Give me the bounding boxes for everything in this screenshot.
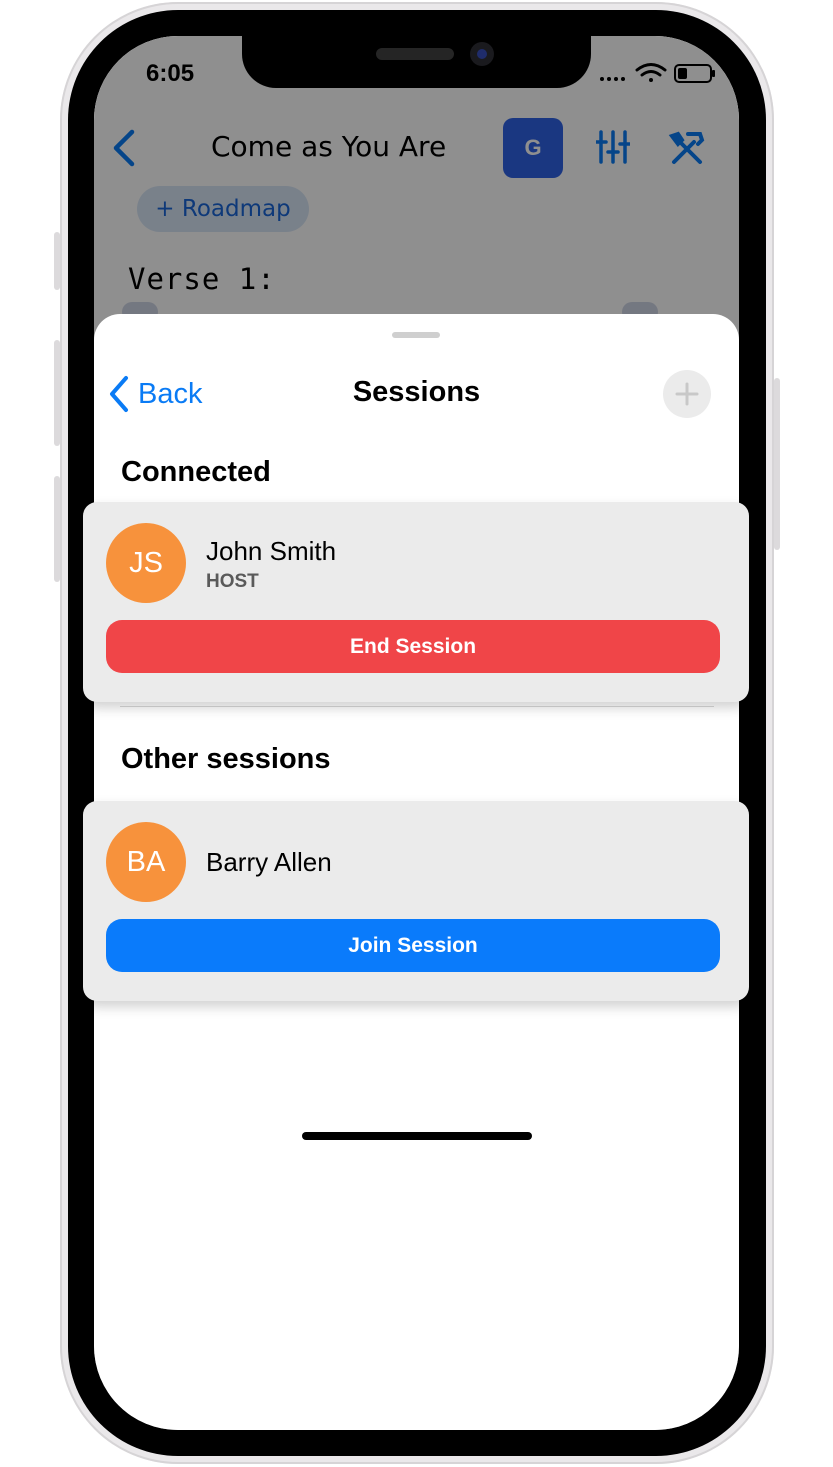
sheet-grabber[interactable] [392, 332, 440, 338]
session-card-connected: JS John Smith HOST End Session [83, 502, 749, 702]
session-card-other: BA Barry Allen Join Session [83, 801, 749, 1001]
session-host-name: John Smith [206, 536, 337, 566]
plus-icon [675, 382, 699, 406]
power-button [774, 378, 780, 550]
add-session-button[interactable] [663, 370, 711, 418]
home-indicator [302, 1132, 532, 1140]
volume-up-button [54, 340, 60, 446]
sheet-title: Sessions [352, 376, 481, 408]
section-divider [120, 706, 714, 707]
session-host-name: Barry Allen [206, 847, 332, 877]
role-badge: HOST [206, 571, 259, 592]
end-session-button[interactable]: End Session [106, 620, 720, 673]
speaker-grille [376, 48, 454, 60]
screen: 6:05 Come as You Are G + Roadmap Verse 1… [94, 36, 739, 1430]
volume-down-button [54, 476, 60, 582]
other-sessions-heading: Other sessions [121, 743, 331, 775]
join-session-button[interactable]: Join Session [106, 919, 720, 972]
connected-heading: Connected [121, 456, 271, 488]
avatar: BA [106, 822, 186, 902]
notch [242, 36, 591, 88]
avatar: JS [106, 523, 186, 603]
camera [470, 42, 494, 66]
silent-switch [54, 232, 60, 290]
